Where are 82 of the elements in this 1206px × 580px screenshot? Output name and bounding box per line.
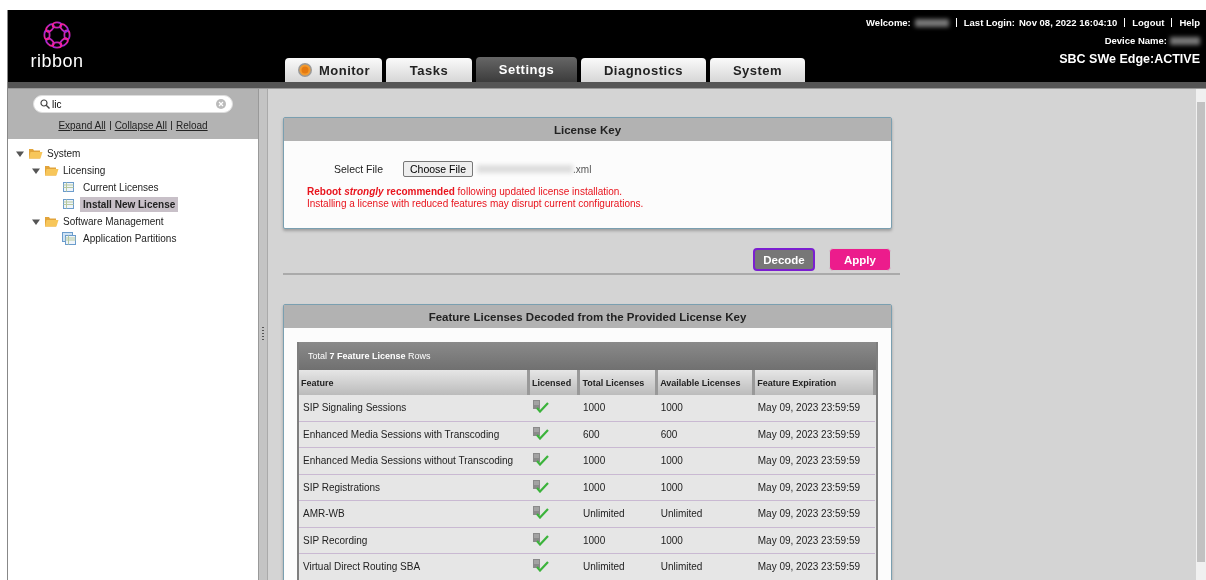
table-cell: 1000 xyxy=(579,474,657,501)
field-label: Select File xyxy=(333,163,385,175)
logo-icon xyxy=(42,20,72,50)
table-icon xyxy=(62,198,76,211)
table-cell: Enhanced Media Sessions with Transcoding xyxy=(299,421,529,448)
file-extension: .xml xyxy=(573,163,592,175)
expanded-arrow-icon[interactable] xyxy=(32,217,40,226)
table-cell: 1000 xyxy=(656,527,754,554)
column-header: Licensed xyxy=(528,370,579,395)
table-cell: 1000 xyxy=(656,447,754,474)
table-cell: SIP Registrations xyxy=(299,474,529,501)
nav-tab[interactable]: Tasks xyxy=(386,58,472,82)
panel-title: Feature Licenses Decoded from the Provided License Key xyxy=(284,305,891,328)
table-cell: May 09, 2023 23:59:59 xyxy=(753,395,875,421)
tree-action-link[interactable]: Reload xyxy=(175,120,208,131)
table-cell: 600 xyxy=(579,421,657,448)
column-header: Total Licenses xyxy=(579,370,657,395)
table-cell: SIP Recording xyxy=(299,527,529,554)
status-dot-icon xyxy=(296,62,313,78)
table-cell: Unlimited xyxy=(579,553,657,580)
expanded-arrow-icon[interactable] xyxy=(16,149,24,158)
table-icon xyxy=(62,181,76,194)
table-cell: 1000 xyxy=(579,527,657,554)
nav-tab[interactable]: System xyxy=(710,58,805,82)
table-cell: 1000 xyxy=(656,395,754,421)
table-cell: SIP Signaling Sessions xyxy=(299,395,529,421)
tree-action-link[interactable]: Expand All xyxy=(58,120,106,131)
table-cell: Unlimited xyxy=(656,553,754,580)
folder-icon xyxy=(44,164,59,177)
search-field[interactable]: lic xyxy=(33,95,233,113)
column-header: Feature xyxy=(299,370,529,395)
splitter-handle[interactable] xyxy=(262,327,264,341)
table-cell: AMR-WB xyxy=(299,500,529,527)
table-cell: May 09, 2023 23:59:59 xyxy=(753,500,875,527)
column-header: Available Licenses xyxy=(656,370,754,395)
table-cell: 1000 xyxy=(579,447,657,474)
table-cell: May 09, 2023 23:59:59 xyxy=(753,527,875,554)
table-cell: 600 xyxy=(656,421,754,448)
tree-folder[interactable]: Licensing xyxy=(63,165,106,176)
tree-item[interactable]: Current Licenses xyxy=(80,180,162,195)
header-link[interactable]: Help xyxy=(1179,17,1200,28)
tree-folder[interactable]: System xyxy=(47,148,81,159)
search-icon xyxy=(40,99,50,109)
table-cell: Enhanced Media Sessions without Transcoding xyxy=(299,447,529,474)
scrollbar-thumb[interactable] xyxy=(1197,102,1205,562)
tree-item[interactable]: Application Partitions xyxy=(80,231,180,246)
table-cell: May 09, 2023 23:59:59 xyxy=(753,474,875,501)
table-cell: 1000 xyxy=(656,474,754,501)
tree-action-link[interactable]: Collapse All xyxy=(114,120,167,131)
decode-button[interactable]: Decode xyxy=(753,248,815,271)
table-cell: 1000 xyxy=(579,395,657,421)
table-cell: Unlimited xyxy=(579,500,657,527)
device-name-label: Device Name: xyxy=(1104,35,1167,46)
table-cell: May 09, 2023 23:59:59 xyxy=(753,447,875,474)
choose-file-button[interactable]: Choose File xyxy=(403,161,474,177)
last-login-label: Last Login: xyxy=(963,17,1015,28)
table-cell: May 09, 2023 23:59:59 xyxy=(753,421,875,448)
table-cell: May 09, 2023 23:59:59 xyxy=(753,553,875,580)
apply-button[interactable]: Apply xyxy=(829,248,891,271)
column-header: Feature Expiration xyxy=(753,370,875,395)
nav-tab[interactable]: Settings xyxy=(476,57,577,82)
folder-icon xyxy=(28,147,43,160)
table-cell: Unlimited xyxy=(656,500,754,527)
tree-item[interactable]: Install New License xyxy=(80,197,179,212)
header-link[interactable]: Logout xyxy=(1132,17,1165,28)
redacted-text xyxy=(914,18,949,27)
table-summary: Total 7 Feature License Rows xyxy=(308,351,431,361)
table-cell: Virtual Direct Routing SBA xyxy=(299,553,529,580)
expanded-arrow-icon[interactable] xyxy=(32,166,40,175)
nav-tab[interactable]: Monitor xyxy=(285,58,382,82)
panel-title: License Key xyxy=(284,118,891,141)
warning-note: Installing a license with reduced features may disrupt current configurations. xyxy=(307,198,645,210)
logo-text: ribbon xyxy=(30,52,84,70)
welcome-label: Welcome: xyxy=(866,17,911,28)
warning-text: Reboot strongly recommended following updated license installation. xyxy=(307,186,624,198)
redacted-text xyxy=(1170,36,1200,45)
last-login-time: Nov 08, 2022 16:04:10 xyxy=(1019,17,1118,28)
folder-icon xyxy=(44,215,59,228)
tables-icon xyxy=(62,232,76,245)
device-status: SBC SWe Edge:ACTIVE xyxy=(1059,52,1200,66)
tree-folder[interactable]: Software Management xyxy=(63,216,164,227)
nav-tab[interactable]: Diagnostics xyxy=(581,58,706,82)
